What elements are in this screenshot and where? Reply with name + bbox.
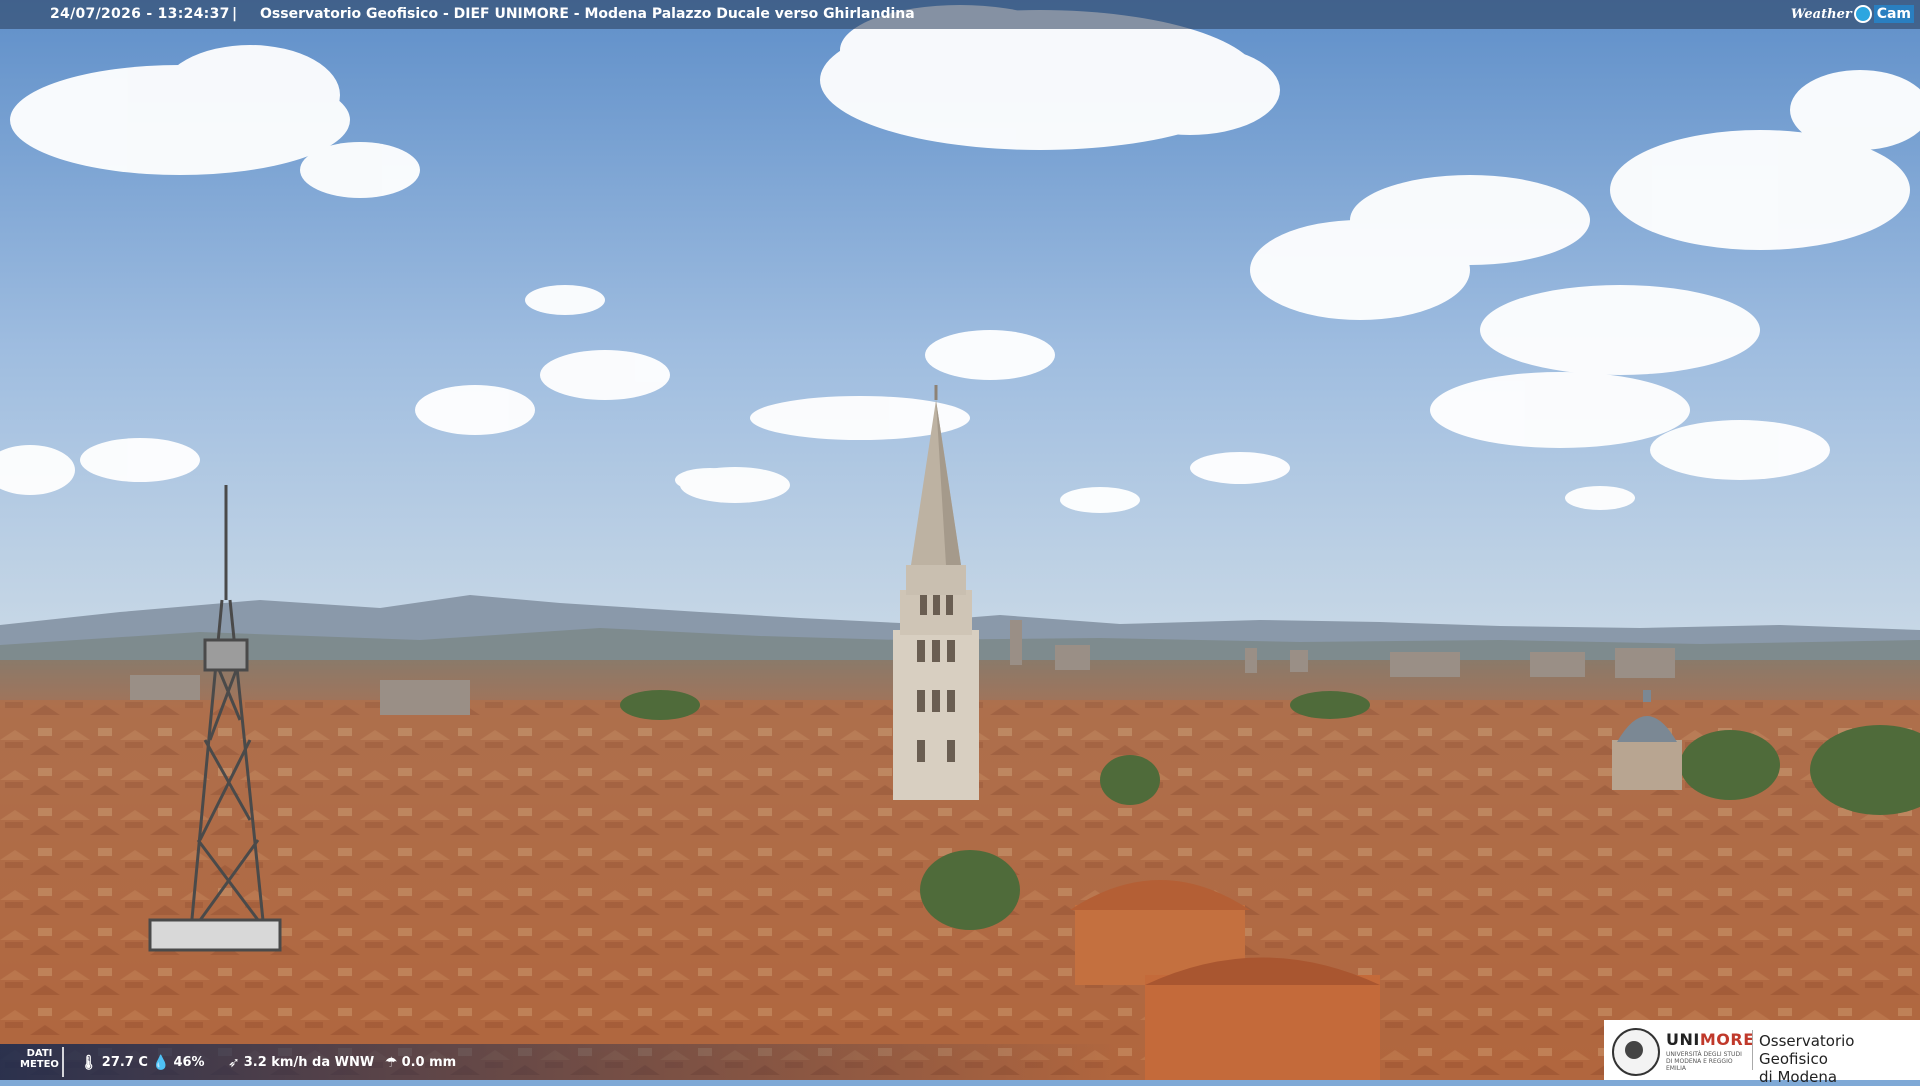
weathercam-logo: Weather Cam bbox=[1791, 2, 1914, 26]
meteo-label: DATI METEO bbox=[20, 1048, 59, 1070]
thermometer-icon: 🌡 bbox=[80, 1054, 98, 1071]
unimore-wordmark: UNIMORE bbox=[1666, 1030, 1755, 1049]
university-seal-icon bbox=[1612, 1028, 1660, 1076]
meteo-divider bbox=[62, 1047, 64, 1077]
webcam-title: Osservatorio Geofisico - DIEF UNIMORE - … bbox=[260, 6, 915, 22]
temperature-reading: 🌡 27.7 C bbox=[80, 1054, 148, 1071]
unimore-observatory-logo: UNIMORE UNIVERSITÀ DEGLI STUDI DI MODENA… bbox=[1604, 1020, 1920, 1086]
weathercam-dot-icon bbox=[1853, 5, 1872, 23]
unimore-subtitle: UNIVERSITÀ DEGLI STUDI DI MODENA E REGGI… bbox=[1666, 1051, 1742, 1072]
rain-reading: ☂ 0.0 mm bbox=[385, 1054, 457, 1071]
webcam-header-bar: 24/07/2026 - 13:24:37 | Osservatorio Geo… bbox=[0, 0, 1920, 29]
weathercam-logo-cam: Cam bbox=[1873, 5, 1914, 23]
humidity-reading: 💧 46% bbox=[152, 1054, 205, 1071]
webcam-panorama bbox=[0, 0, 1920, 1080]
meteo-data-bar: DATI METEO 🌡 27.7 C 💧 46% ➶ 3.2 km/h da … bbox=[0, 1044, 1600, 1080]
weathercam-logo-text: Weather bbox=[1790, 6, 1852, 22]
humidity-drop-icon: 💧 bbox=[152, 1054, 170, 1071]
wind-icon: ➶ bbox=[228, 1054, 240, 1071]
wind-reading: ➶ 3.2 km/h da WNW bbox=[228, 1054, 375, 1071]
observatory-name: Osservatorio Geofisico di Modena bbox=[1759, 1032, 1855, 1086]
rain-icon: ☂ bbox=[385, 1054, 398, 1071]
header-separator: | bbox=[232, 6, 238, 22]
timestamp: 24/07/2026 - 13:24:37 bbox=[50, 6, 230, 22]
logo-divider bbox=[1752, 1030, 1753, 1070]
